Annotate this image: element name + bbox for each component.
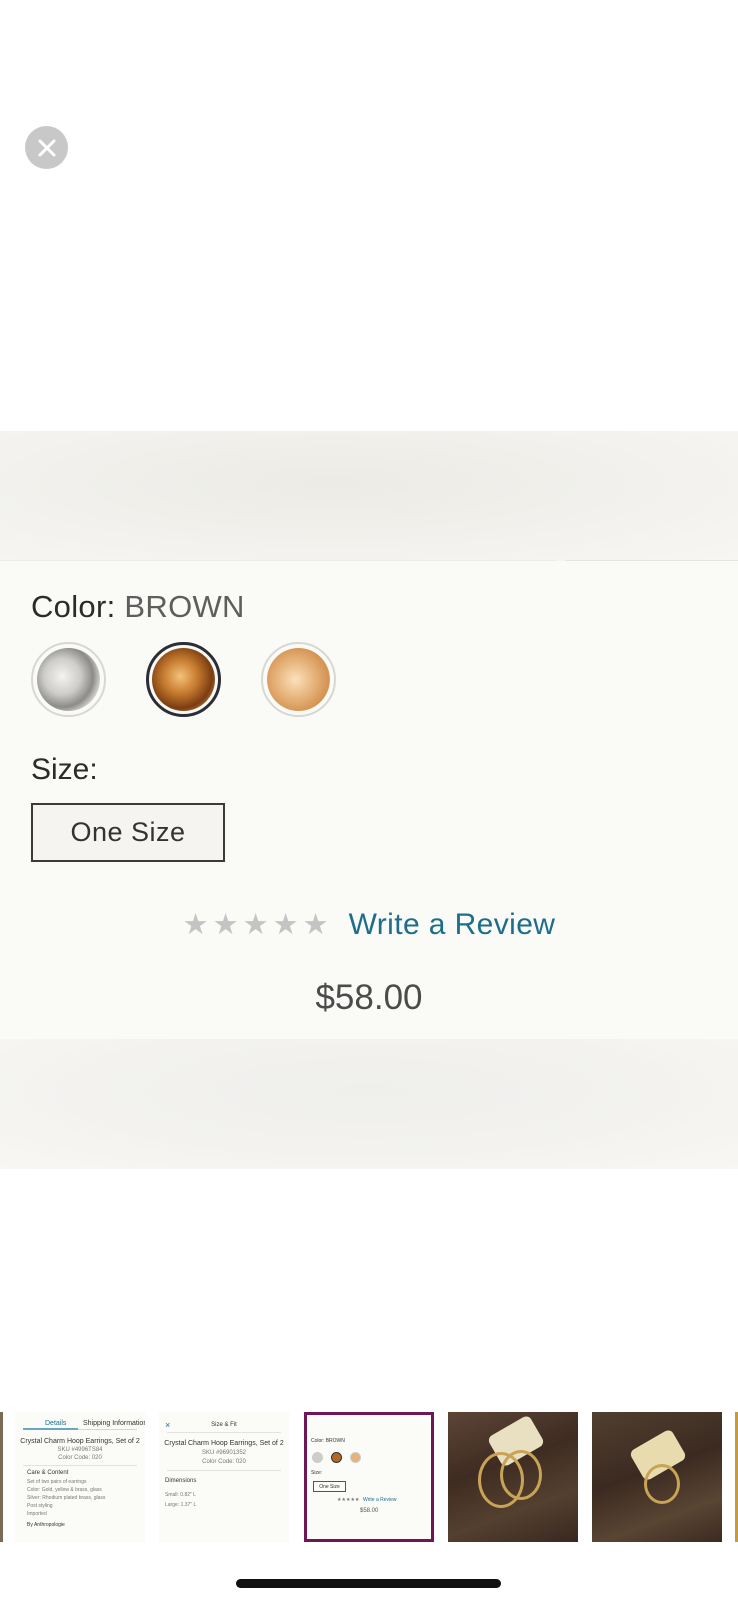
mini-care-line: Silver: Rhodium plated brass, glass	[27, 1495, 106, 1501]
hoop-image	[644, 1464, 680, 1504]
mini-price: $58.00	[360, 1508, 379, 1514]
home-indicator[interactable]	[236, 1579, 501, 1588]
image-background-bottom	[0, 1039, 738, 1169]
mini-review-link: Write a Review	[363, 1497, 397, 1503]
size-label: Size:	[31, 753, 98, 786]
mini-color-label: Color: BROWN	[311, 1438, 345, 1444]
color-swatches	[31, 642, 336, 717]
swatch-gold[interactable]	[261, 642, 336, 717]
mini-swatch	[350, 1452, 361, 1463]
star-icon: ★	[272, 908, 299, 941]
star-icon: ★	[212, 908, 239, 941]
mini-color-code: Color Code: 020	[202, 1459, 246, 1465]
mini-sku: SKU #4996TS84	[57, 1447, 103, 1453]
mini-title: Crystal Charm Hoop Earrings, Set of 2	[20, 1438, 140, 1445]
thumbnail-current[interactable]: Color: BROWN Size: One Size ★★★★★ Write …	[304, 1412, 434, 1542]
review-row: ★ ★ ★ ★ ★ Write a Review	[0, 908, 738, 942]
size-option-button[interactable]: One Size	[31, 803, 225, 862]
star-icon: ★	[182, 908, 209, 941]
thumbnail-partial[interactable]	[0, 1412, 3, 1542]
mini-swatch	[312, 1452, 323, 1463]
color-heading: Color: BROWN	[31, 589, 245, 625]
mini-brand: By Anthropologie	[27, 1522, 65, 1528]
product-price: $58.00	[315, 978, 423, 1017]
divider	[167, 1432, 281, 1433]
mini-dim-small: Small: 0.82" L	[165, 1492, 196, 1498]
thumbnail-strip[interactable]: Details Shipping Information Crystal Cha…	[0, 1410, 738, 1542]
write-review-link[interactable]: Write a Review	[349, 908, 556, 942]
mini-sku: SKU #96901352	[201, 1450, 247, 1456]
mini-care-line: Color: Gold, yellow & brass, glass	[27, 1487, 102, 1493]
close-button[interactable]	[25, 126, 68, 169]
mini-dimensions-heading: Dimensions	[165, 1478, 197, 1484]
mini-size-option: One Size	[313, 1481, 346, 1492]
mini-swatch	[331, 1452, 342, 1463]
color-value: BROWN	[124, 589, 245, 624]
mini-color-code: Color Code: 020	[58, 1455, 102, 1461]
active-tab-indicator	[23, 1428, 78, 1430]
thumbnail-details[interactable]: Details Shipping Information Crystal Cha…	[15, 1412, 145, 1542]
thumbnail-photo-earrings[interactable]	[448, 1412, 578, 1542]
mini-size-label: Size:	[311, 1470, 323, 1476]
product-options-panel: Color: BROWN Size: One Size ★ ★ ★ ★ ★ Wr…	[0, 561, 738, 1039]
swatch-silver[interactable]	[31, 642, 106, 717]
swatch-brown[interactable]	[146, 642, 221, 717]
color-label: Color:	[31, 589, 116, 624]
divider	[23, 1465, 137, 1466]
hoop-image	[500, 1450, 542, 1500]
thumbnail-photo-earring-single[interactable]	[592, 1412, 722, 1542]
mini-stars: ★★★★★	[337, 1497, 360, 1503]
mini-care-line: Post styling	[27, 1503, 53, 1509]
mini-care-heading: Care & Content	[27, 1470, 69, 1476]
mini-care-line: Imported	[27, 1511, 47, 1517]
thumbnail-size-fit[interactable]: × Size & Fit Crystal Charm Hoop Earrings…	[159, 1412, 289, 1542]
image-background-top	[0, 431, 738, 561]
mini-heading: Size & Fit	[211, 1422, 237, 1428]
mini-title: Crystal Charm Hoop Earrings, Set of 2	[164, 1440, 284, 1447]
divider	[167, 1470, 281, 1471]
star-icon: ★	[242, 908, 269, 941]
star-icon: ★	[302, 908, 329, 941]
close-icon	[38, 139, 55, 156]
product-image-viewer[interactable]: Color: BROWN Size: One Size ★ ★ ★ ★ ★ Wr…	[0, 431, 738, 1169]
mini-tab-shipping: Shipping Information	[83, 1420, 145, 1427]
rating-stars: ★ ★ ★ ★ ★	[182, 908, 329, 941]
mini-care-line: Set of two pairs of earrings	[27, 1479, 87, 1485]
mini-tab-details: Details	[45, 1420, 67, 1427]
mini-dim-large: Large: 1.37" L	[165, 1502, 197, 1508]
